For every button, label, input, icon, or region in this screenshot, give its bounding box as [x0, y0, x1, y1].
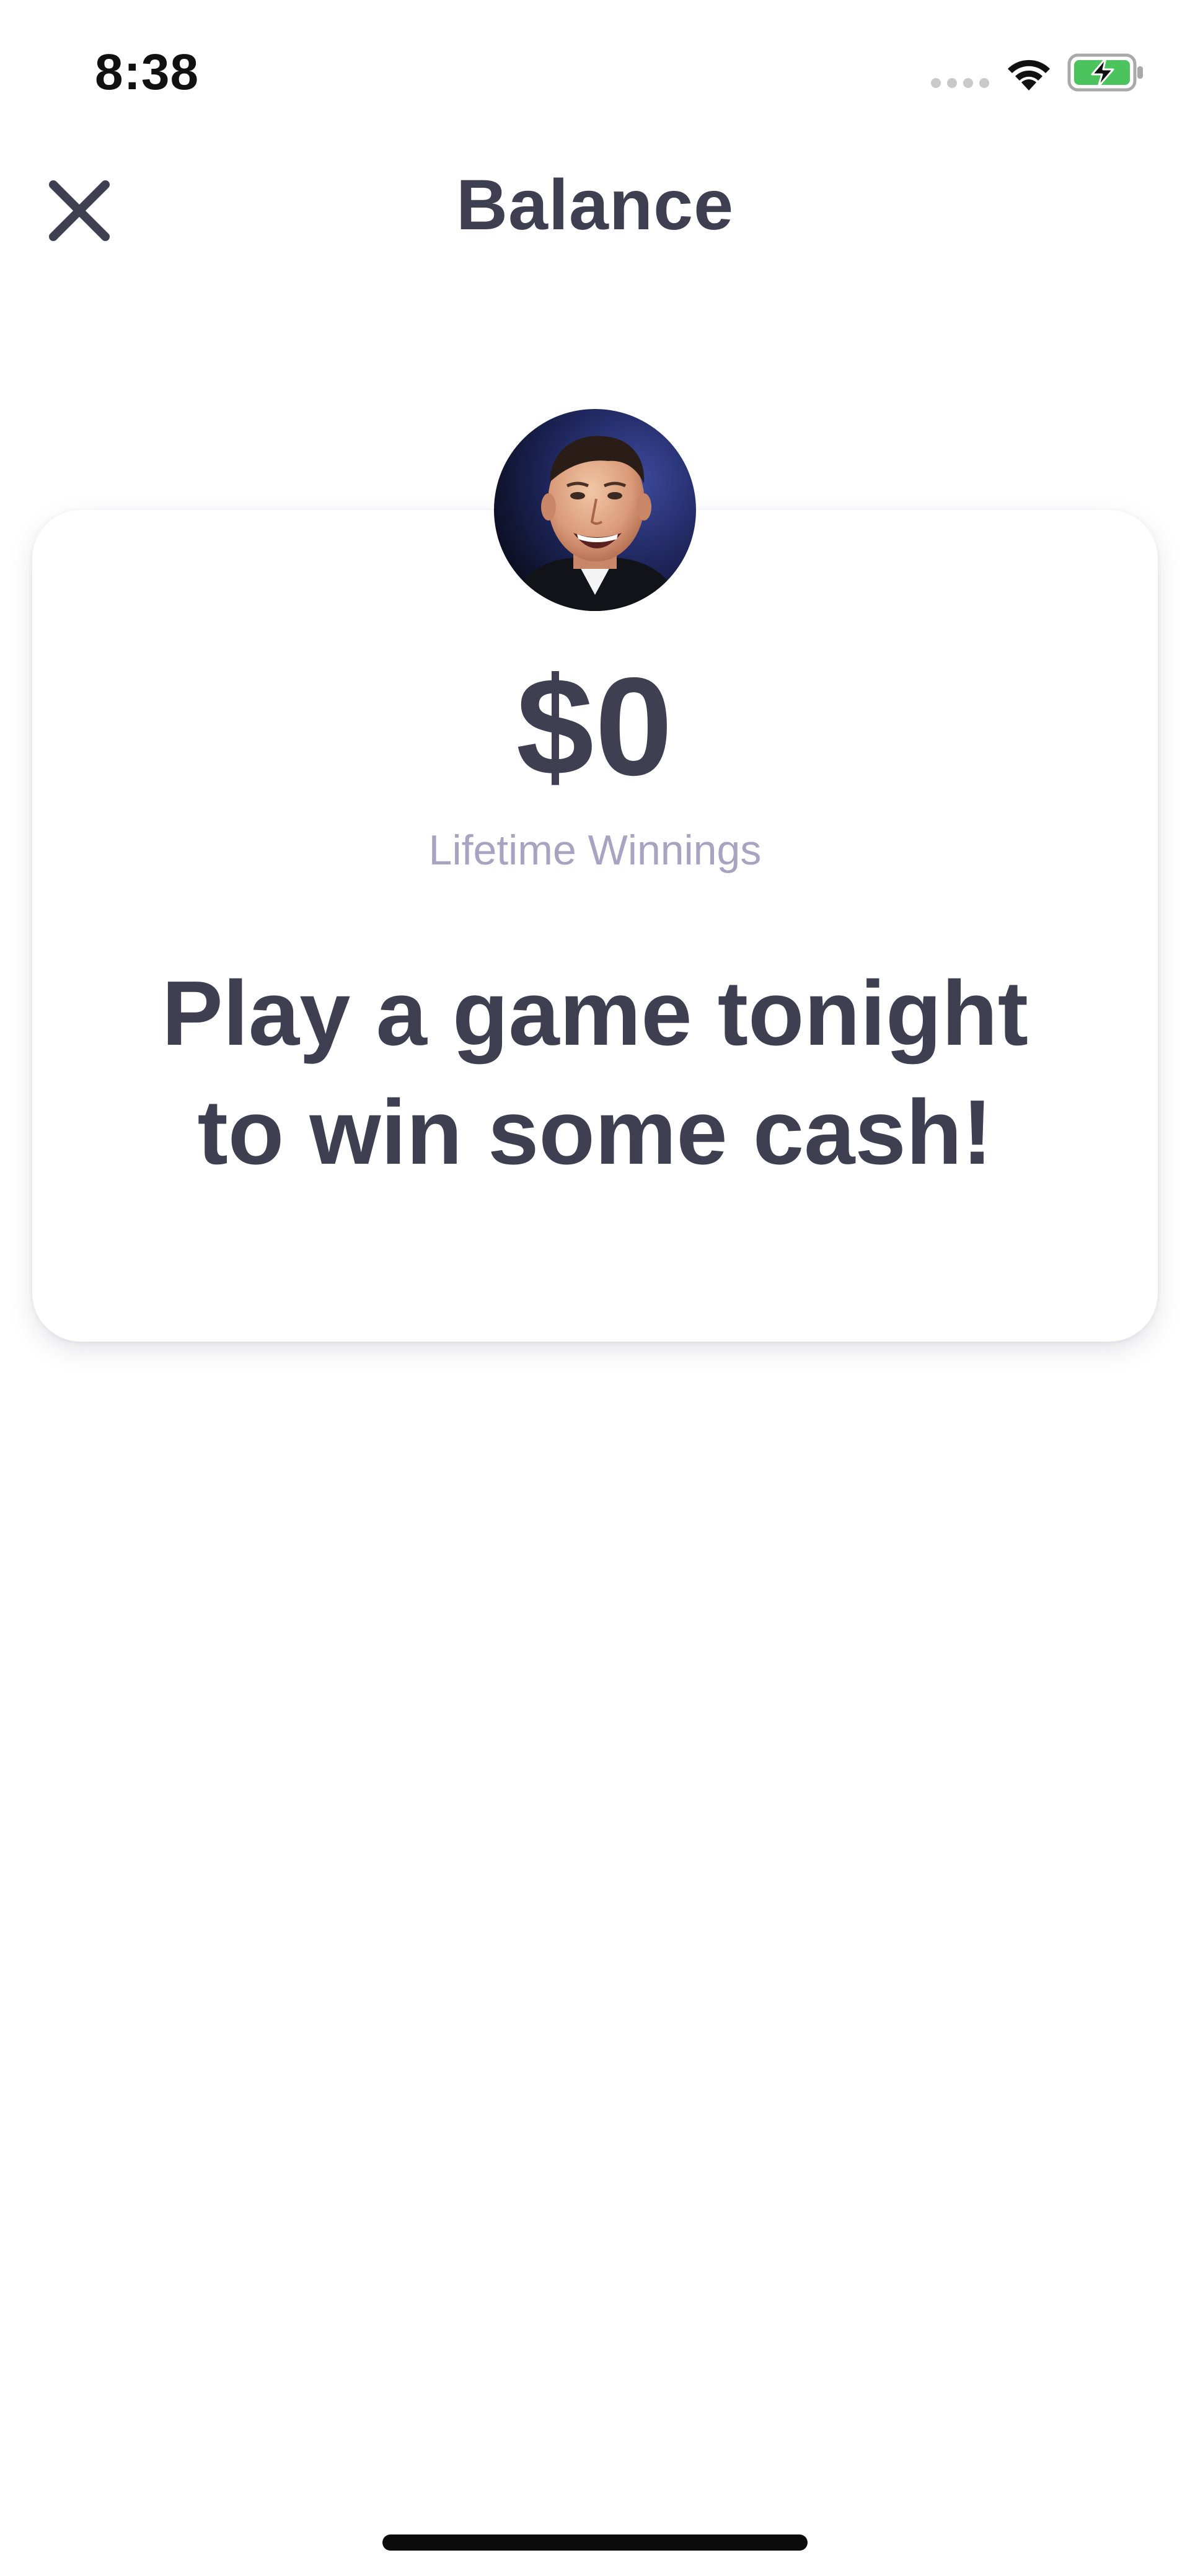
- promo-message: Play a game tonight to win some cash!: [0, 954, 1190, 1192]
- balance-amount: $0: [516, 648, 674, 804]
- lifetime-winnings-label: Lifetime Winnings: [428, 827, 762, 874]
- user-avatar-image: [494, 409, 696, 611]
- battery-charging-icon: [1067, 53, 1143, 92]
- status-time: 8:38: [95, 44, 200, 100]
- page-title: Balance: [456, 165, 734, 245]
- signal-dots-icon: [931, 78, 989, 88]
- promo-line-2: to win some cash!: [197, 1081, 993, 1184]
- avatar[interactable]: [494, 409, 696, 611]
- balance-card: [32, 510, 1158, 1342]
- wifi-icon: [1008, 59, 1050, 90]
- promo-line-1: Play a game tonight: [161, 962, 1029, 1065]
- home-indicator[interactable]: [382, 2534, 808, 2551]
- status-bar: 8:38: [0, 0, 1190, 143]
